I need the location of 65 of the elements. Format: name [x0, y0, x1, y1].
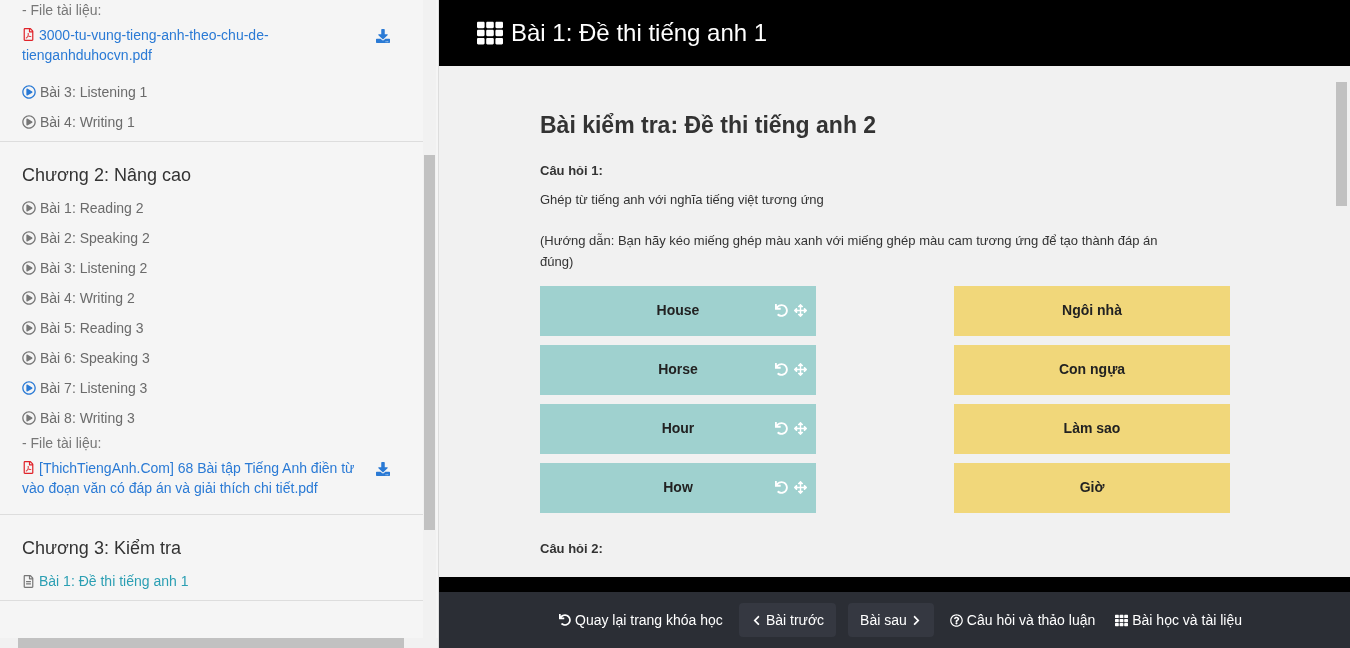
- lesson-title: Bài 1: Đề thi tiếng anh 1: [511, 18, 768, 48]
- answer-tile: Làm sao: [954, 403, 1230, 454]
- reset-icon[interactable]: [775, 304, 788, 317]
- play-icon: [22, 261, 36, 275]
- next-button[interactable]: Bài sau: [848, 603, 934, 637]
- question-label: Câu hỏi 2:: [540, 539, 604, 558]
- materials-link[interactable]: Bài học và tài liệu: [1111, 609, 1246, 631]
- play-icon: [22, 351, 36, 365]
- draggable-tile[interactable]: Horse: [540, 344, 816, 395]
- lesson-link[interactable]: Bài 8: Writing 3: [22, 403, 402, 433]
- scrollbar[interactable]: [0, 638, 438, 648]
- play-icon: [22, 115, 36, 129]
- question-text: Ghép từ tiếng anh với nghĩa tiếng việt tương ứng: [540, 191, 825, 209]
- reset-icon[interactable]: [775, 481, 788, 494]
- move-icon[interactable]: [794, 422, 807, 435]
- reset-icon[interactable]: [775, 422, 788, 435]
- file-link[interactable]: [ThichTiengAnh.Com] 68 Bài tập Tiếng Anh điền từ vào đoạn văn có đáp án và giải thích chi tiết.pdf: [22, 458, 368, 498]
- document-icon: [22, 574, 35, 588]
- play-icon: [22, 85, 36, 99]
- answer-tile: Con ngựa: [954, 344, 1230, 395]
- quiz-title: Bài kiểm tra: Đề thi tiếng anh 2: [540, 111, 878, 140]
- question-label: Câu hỏi 1:: [540, 161, 604, 180]
- grid-icon: [477, 20, 503, 46]
- draggable-tile[interactable]: House: [540, 285, 816, 336]
- file-label: - File tài liệu:: [22, 1, 103, 20]
- lesson-link[interactable]: Bài 1: Đề thi tiếng anh 1: [22, 566, 402, 596]
- file-label: - File tài liệu:: [22, 434, 103, 453]
- scrollbar[interactable]: [423, 0, 436, 638]
- lesson-link[interactable]: Bài 5: Reading 3: [22, 313, 402, 343]
- play-icon: [22, 201, 36, 215]
- help-icon: [949, 613, 963, 627]
- instructions: (Hướng dẫn: Bạn hãy kéo miếng ghép màu xanh với miếng ghép màu cam tương ứng để tạo thành đáp án đúng): [540, 231, 1159, 271]
- back-link[interactable]: Quay lại trang khóa học: [555, 609, 727, 631]
- download-icon[interactable]: [376, 462, 390, 476]
- answer-tile: Giờ: [954, 462, 1230, 513]
- play-icon: [22, 381, 36, 395]
- lesson-link[interactable]: Bài 6: Speaking 3: [22, 343, 402, 373]
- grid-icon: [1115, 613, 1129, 627]
- lesson-link[interactable]: Bài 1: Reading 2: [22, 193, 402, 223]
- pdf-file-icon: [22, 27, 35, 41]
- lesson-link[interactable]: Bài 3: Listening 1: [22, 77, 402, 107]
- answer-tile: Ngôi nhà: [954, 285, 1230, 336]
- play-icon: [22, 411, 36, 425]
- play-icon: [22, 231, 36, 245]
- discussion-link[interactable]: Câu hỏi và thảo luận: [945, 609, 1100, 631]
- draggable-tile[interactable]: Hour: [540, 403, 816, 454]
- undo-icon: [559, 614, 571, 626]
- chapter-title: Chương 3: Kiểm tra: [22, 537, 182, 560]
- move-icon[interactable]: [794, 481, 807, 494]
- move-icon[interactable]: [794, 304, 807, 317]
- lesson-link[interactable]: Bài 4: Writing 2: [22, 283, 402, 313]
- draggable-tile[interactable]: How: [540, 462, 816, 513]
- chapter-title: Chương 2: Nâng cao: [22, 164, 192, 187]
- play-icon: [22, 291, 36, 305]
- move-icon[interactable]: [794, 363, 807, 376]
- lesson-link[interactable]: Bài 2: Speaking 2: [22, 223, 402, 253]
- reset-icon[interactable]: [775, 363, 788, 376]
- pdf-file-icon: [22, 460, 35, 474]
- lesson-link[interactable]: Bài 7: Listening 3: [22, 373, 402, 403]
- previous-button[interactable]: Bài trước: [738, 603, 837, 637]
- play-icon: [22, 321, 36, 335]
- lesson-link[interactable]: Bài 4: Writing 1: [22, 107, 402, 137]
- file-link[interactable]: 3000-tu-vung-tieng-anh-theo-chu-de-tienganhduhocvn.pdf: [22, 25, 368, 65]
- download-icon[interactable]: [376, 29, 390, 43]
- lesson-link[interactable]: Bài 3: Listening 2: [22, 253, 402, 283]
